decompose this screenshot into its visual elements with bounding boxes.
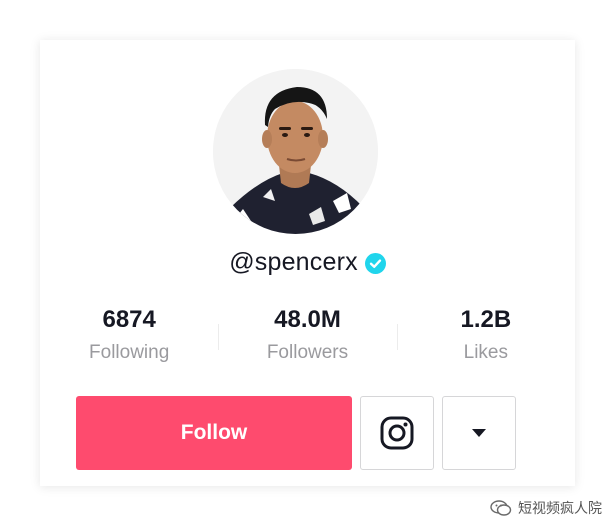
- profile-card: @spencerx 6874 Following 48.0M Followers…: [40, 40, 575, 486]
- stats-row: 6874 Following 48.0M Followers 1.2B Like…: [40, 304, 575, 374]
- follow-button[interactable]: Follow: [76, 396, 352, 470]
- following-label: Following: [89, 342, 170, 363]
- stat-divider: [218, 324, 220, 350]
- avatar-image: [213, 69, 378, 234]
- stat-likes: 1.2B Likes: [396, 304, 575, 374]
- followers-label: Followers: [266, 342, 349, 363]
- instagram-button[interactable]: [360, 396, 434, 470]
- more-options-button[interactable]: [442, 396, 516, 470]
- action-buttons: Follow: [76, 396, 516, 470]
- avatar[interactable]: [213, 69, 378, 234]
- username: @spencerx: [229, 247, 358, 276]
- stat-following[interactable]: 6874 Following: [40, 304, 218, 374]
- watermark-text: 短视频疯人院: [518, 500, 602, 516]
- verified-badge-icon: [364, 252, 386, 274]
- instagram-icon: [380, 416, 414, 450]
- caret-down-icon: [472, 429, 486, 437]
- wechat-icon: [490, 500, 512, 516]
- following-count: 6874: [102, 306, 156, 333]
- watermark: 短视频疯人院: [490, 498, 602, 518]
- likes-label: Likes: [463, 342, 508, 363]
- likes-count: 1.2B: [460, 306, 512, 333]
- stat-followers[interactable]: 48.0M Followers: [218, 304, 396, 374]
- username-row: @spencerx: [40, 245, 575, 279]
- followers-count: 48.0M: [274, 306, 341, 333]
- stat-divider: [396, 324, 398, 350]
- page: @spencerx 6874 Following 48.0M Followers…: [0, 0, 614, 526]
